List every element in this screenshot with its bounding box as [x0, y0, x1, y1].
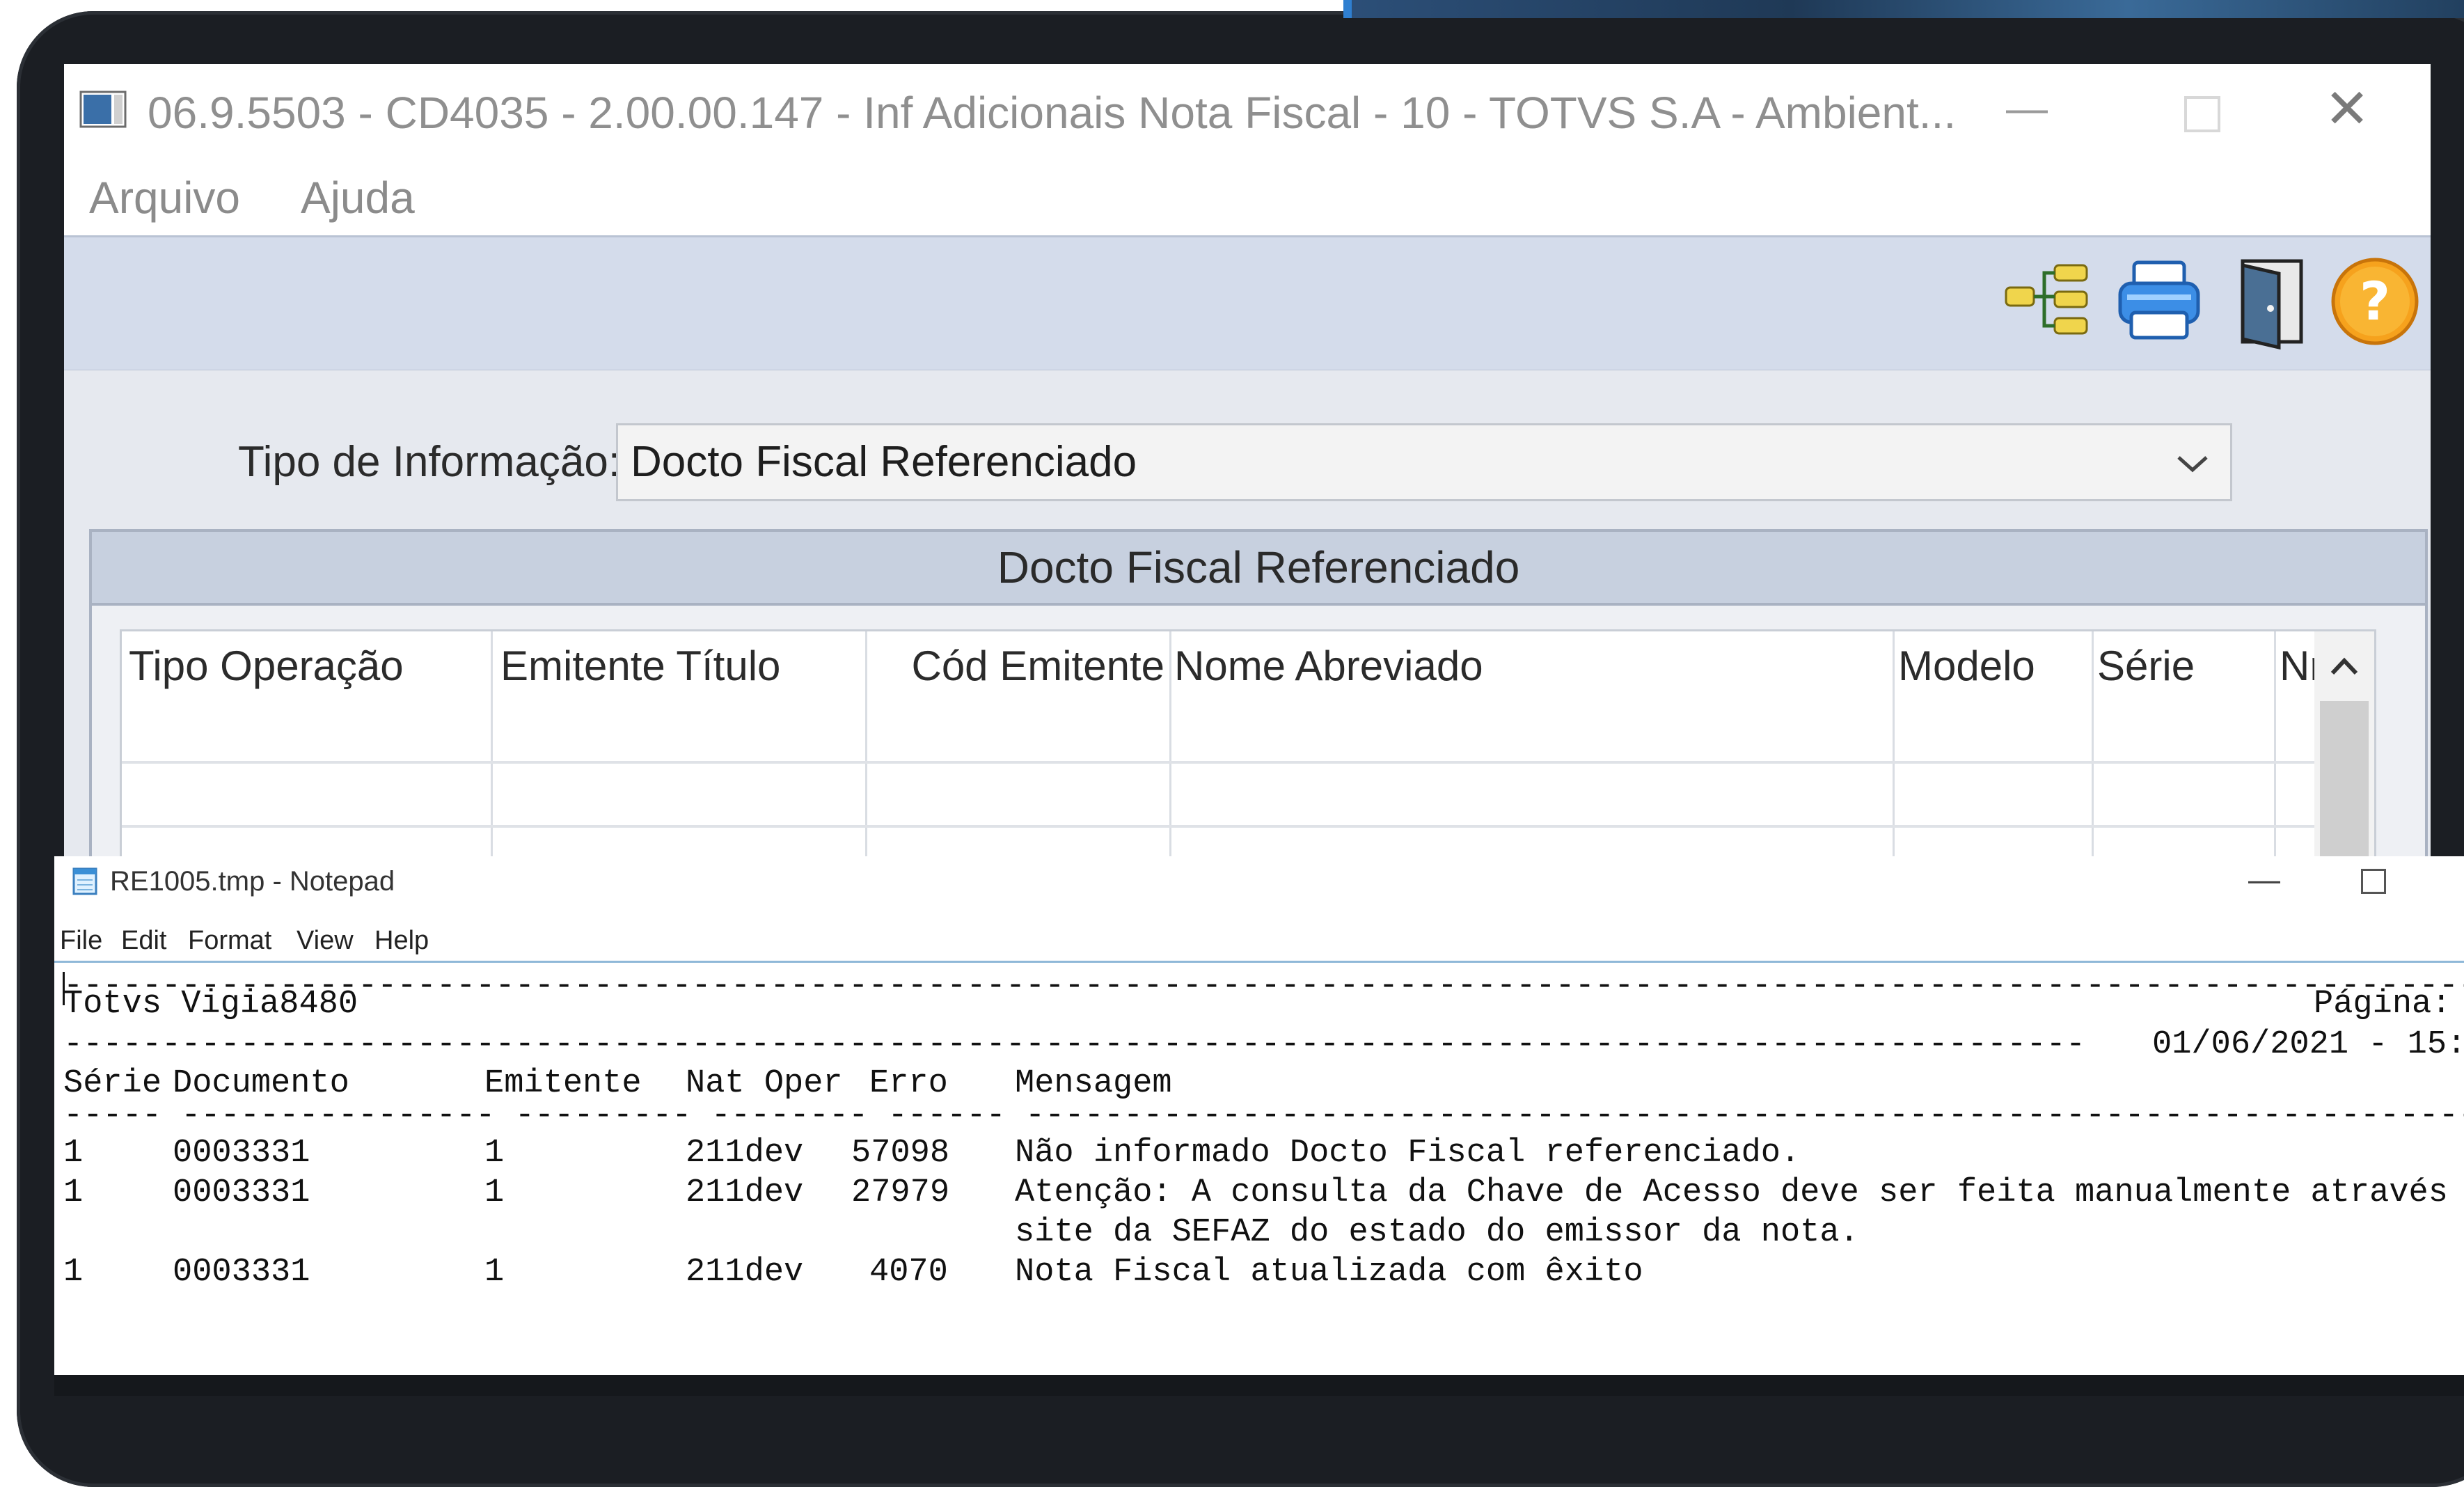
menu-arquivo[interactable]: Arquivo — [89, 163, 240, 233]
report-datetime: 01/06/2021 - 15:56:5 — [2152, 1026, 2464, 1063]
scroll-up-icon[interactable] — [2321, 644, 2367, 690]
menu-view[interactable]: View — [297, 919, 354, 962]
report-header-left: Totvs Vigia8480 — [63, 986, 358, 1023]
row1-nat-oper: 211dev — [686, 1135, 804, 1172]
menu-file[interactable]: File — [60, 919, 102, 962]
app-window-icon — [79, 91, 127, 128]
column-divider — [491, 631, 493, 868]
docto-grid[interactable]: Tipo Operação Emitente Título Cód Emiten… — [120, 629, 2376, 868]
row2-documento: 0003331 — [173, 1174, 310, 1211]
desktop-wallpaper-strip — [1343, 0, 2464, 18]
row1-mensagem: Não informado Docto Fiscal referenciado. — [1015, 1135, 1801, 1172]
print-icon[interactable] — [2110, 253, 2208, 350]
row3-erro: 4070 — [869, 1254, 948, 1291]
row2-nat-oper: 211dev — [686, 1174, 804, 1211]
menu-ajuda[interactable]: Ajuda — [301, 163, 415, 233]
chevron-down-icon — [2177, 456, 2208, 473]
row3-mensagem: Nota Fiscal atualizada com êxito — [1015, 1254, 1643, 1291]
column-header-nome-abreviado[interactable]: Nome Abreviado — [1174, 631, 1870, 701]
group-title: Docto Fiscal Referenciado — [997, 542, 1520, 592]
column-header-modelo[interactable]: Modelo — [1898, 631, 2086, 701]
column-header-serie[interactable]: Série — [2097, 631, 2271, 701]
column-underline: ----- ---------------- --------- -------… — [63, 1097, 2464, 1134]
row2-erro: 27979 — [851, 1174, 950, 1211]
form-area: Tipo de Informação: Docto Fiscal Referen… — [64, 370, 2431, 868]
tree-structure-icon[interactable] — [1999, 253, 2096, 350]
docto-fiscal-group: Docto Fiscal Referenciado Tipo Operação … — [89, 529, 2428, 868]
grid-row-line — [122, 825, 2314, 828]
column-divider — [1169, 631, 1171, 868]
row2-serie: 1 — [63, 1174, 84, 1211]
help-icon[interactable]: ? — [2326, 253, 2424, 350]
window-title: 06.9.5503 - CD4035 - 2.00.00.147 - Inf A… — [148, 88, 1957, 138]
row3-emitente: 1 — [484, 1254, 505, 1291]
menu-separator — [54, 961, 2464, 963]
row3-nat-oper: 211dev — [686, 1254, 804, 1291]
report-page-label: Página: — [2314, 986, 2451, 1023]
column-divider — [865, 631, 867, 868]
row3-documento: 0003331 — [173, 1254, 310, 1291]
notepad-title-bar: RE1005.tmp - Notepad — — [54, 856, 2464, 905]
totvs-window: 06.9.5503 - CD4035 - 2.00.00.147 - Inf A… — [64, 64, 2431, 868]
row1-serie: 1 — [63, 1135, 84, 1172]
row1-emitente: 1 — [484, 1135, 505, 1172]
notepad-maximize-button[interactable] — [2344, 856, 2407, 905]
column-header-nr[interactable]: Nr — [2280, 631, 2316, 701]
row2-mensagem-continuation: site da SEFAZ do estado do emissor da no… — [1015, 1214, 1859, 1251]
column-divider — [2092, 631, 2094, 868]
column-header-cod-emitente[interactable]: Cód Emitente — [872, 631, 1164, 701]
minimize-button[interactable]: — — [1992, 81, 2062, 136]
row1-documento: 0003331 — [173, 1135, 310, 1172]
row1-erro: 57098 — [851, 1135, 950, 1172]
notepad-menu-bar: File Edit Format View Help — [54, 919, 2464, 962]
menu-bar: Arquivo Ajuda — [64, 163, 2431, 233]
report-rule-line: ----------------------------------------… — [63, 968, 2464, 1005]
notepad-bottom-edge — [54, 1375, 2464, 1396]
tipo-informacao-value: Docto Fiscal Referenciado — [631, 438, 1137, 486]
window-edge-accent — [1343, 0, 1352, 18]
exit-door-icon[interactable] — [2222, 253, 2319, 350]
group-header: Docto Fiscal Referenciado — [92, 532, 2425, 606]
notepad-editor[interactable]: ----------------------------------------… — [54, 966, 2464, 1375]
menu-format[interactable]: Format — [188, 919, 271, 962]
svg-text:?: ? — [2360, 270, 2390, 332]
report-rule-line: ----------------------------------------… — [63, 1026, 2086, 1063]
column-header-emitente-titulo[interactable]: Emitente Título — [500, 631, 862, 701]
notepad-window: RE1005.tmp - Notepad — File Edit Format … — [54, 856, 2464, 1375]
grid-row-line — [122, 761, 2314, 764]
row2-emitente: 1 — [484, 1174, 505, 1211]
title-bar: 06.9.5503 - CD4035 - 2.00.00.147 - Inf A… — [64, 64, 2431, 162]
notepad-icon — [72, 867, 97, 895]
column-divider — [1893, 631, 1895, 868]
menu-edit[interactable]: Edit — [121, 919, 166, 962]
scrollbar-thumb[interactable] — [2320, 701, 2369, 868]
tipo-informacao-label: Tipo de Informação: — [238, 438, 621, 486]
menu-help[interactable]: Help — [374, 919, 429, 962]
close-button[interactable]: ✕ — [2312, 81, 2382, 143]
row2-mensagem: Atenção: A consulta da Chave de Acesso d… — [1015, 1174, 2464, 1211]
row3-serie: 1 — [63, 1254, 84, 1291]
grid-scrollbar[interactable] — [2314, 631, 2374, 868]
tipo-informacao-select[interactable]: Docto Fiscal Referenciado — [616, 423, 2232, 501]
notepad-minimize-button[interactable]: — — [2233, 856, 2296, 905]
notepad-title: RE1005.tmp - Notepad — [110, 866, 395, 897]
toolbar: ? — [64, 235, 2431, 372]
maximize-button[interactable] — [2166, 88, 2236, 143]
column-header-tipo-operacao[interactable]: Tipo Operação — [129, 631, 484, 701]
column-divider — [2274, 631, 2276, 868]
